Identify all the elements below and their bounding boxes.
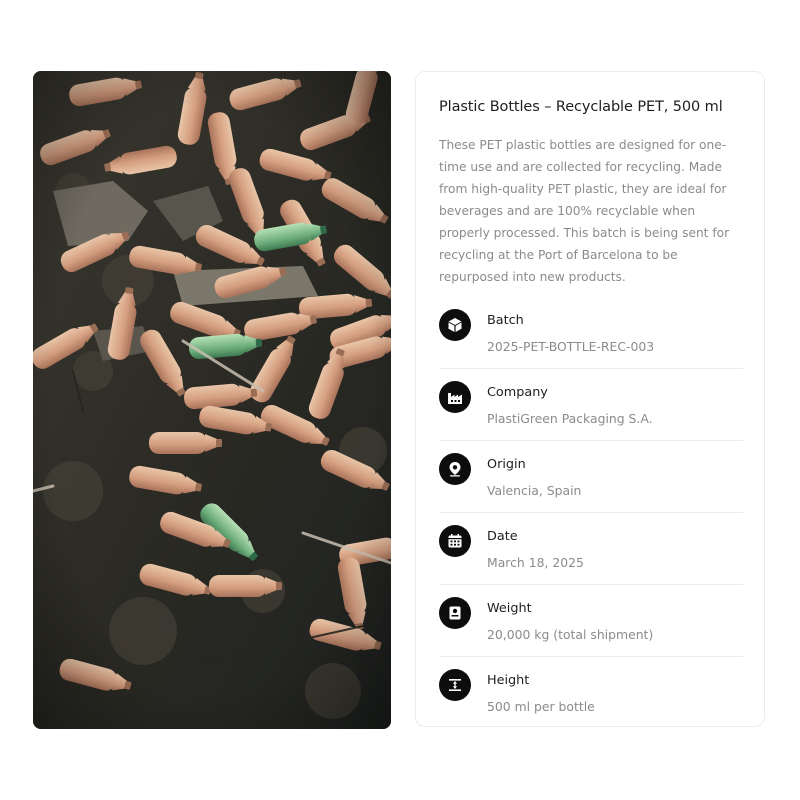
detail-list: Batch 2025-PET-BOTTLE-REC-003 Company Pl… xyxy=(439,297,743,728)
product-detail-card: Plastic Bottles – Recyclable PET, 500 ml… xyxy=(415,71,765,727)
height-icon xyxy=(439,669,471,701)
detail-row-company: Company PlastiGreen Packaging S.A. xyxy=(439,369,743,441)
detail-label: Origin xyxy=(487,457,526,472)
factory-icon xyxy=(439,381,471,413)
detail-label: Date xyxy=(487,529,518,544)
detail-value: 2025-PET-BOTTLE-REC-003 xyxy=(487,339,655,354)
product-photo xyxy=(33,71,391,729)
detail-row-batch: Batch 2025-PET-BOTTLE-REC-003 xyxy=(439,297,743,369)
product-description: These PET plastic bottles are designed f… xyxy=(439,138,730,284)
detail-value: 500 ml per bottle xyxy=(487,699,595,714)
product-title: Plastic Bottles – Recyclable PET, 500 ml xyxy=(439,99,723,115)
detail-label: Weight xyxy=(487,601,532,616)
detail-value: 20,000 kg (total shipment) xyxy=(487,627,654,642)
location-pin-icon xyxy=(439,453,471,485)
photo-plastic-bottles xyxy=(33,71,391,729)
detail-label: Company xyxy=(487,385,548,400)
detail-row-date: Date March 18, 2025 xyxy=(439,513,743,585)
detail-value: PlastiGreen Packaging S.A. xyxy=(487,411,653,426)
detail-row-origin: Origin Valencia, Spain xyxy=(439,441,743,513)
weight-icon xyxy=(439,597,471,629)
detail-row-weight: Weight 20,000 kg (total shipment) xyxy=(439,585,743,657)
detail-label: Height xyxy=(487,673,530,688)
detail-value: March 18, 2025 xyxy=(487,555,584,570)
calendar-icon xyxy=(439,525,471,557)
detail-row-height: Height 500 ml per bottle xyxy=(439,657,743,728)
detail-label: Batch xyxy=(487,313,524,328)
detail-value: Valencia, Spain xyxy=(487,483,582,498)
box-icon xyxy=(439,309,471,341)
